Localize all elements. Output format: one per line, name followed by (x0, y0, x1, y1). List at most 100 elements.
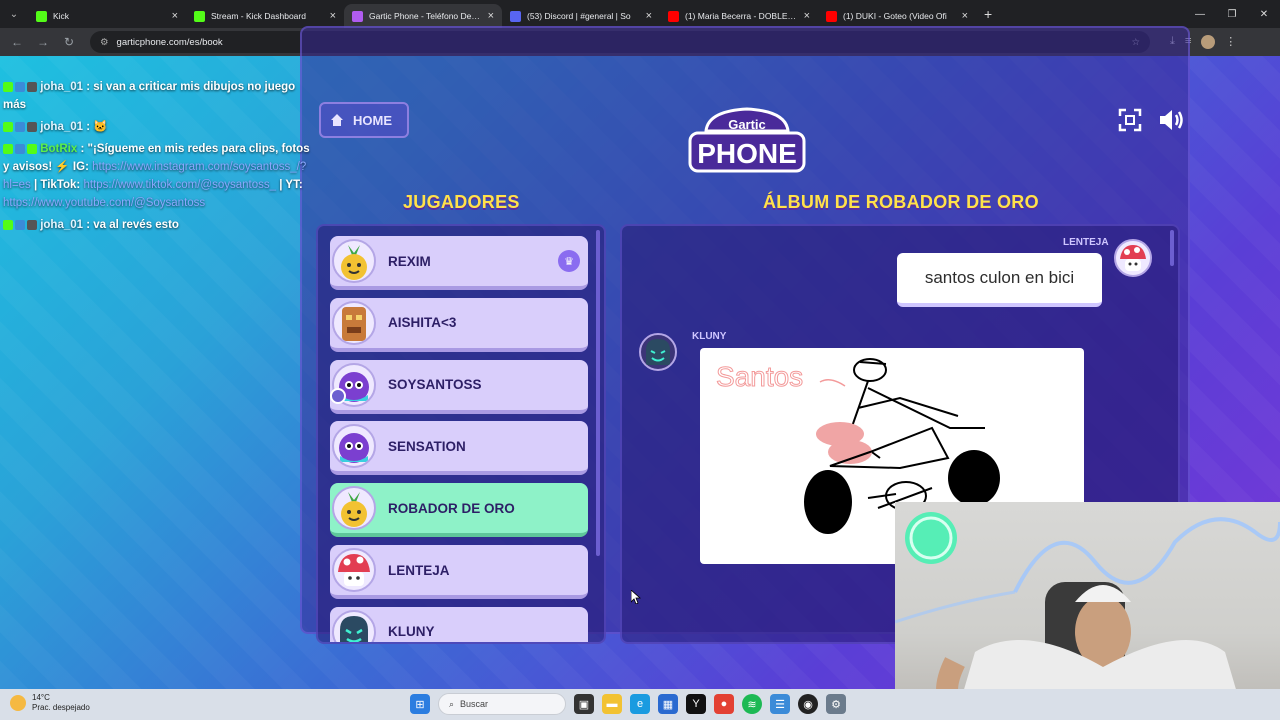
file-explorer-icon[interactable]: ▬ (602, 694, 622, 714)
tab-close-icon[interactable]: × (330, 10, 336, 22)
tab-close-icon[interactable]: × (172, 10, 178, 22)
windows-start-icon[interactable]: ⊞ (410, 694, 430, 714)
tab-favicon-icon (352, 10, 363, 22)
tab-favicon-icon (36, 10, 47, 22)
chat-link-youtube[interactable]: https://www.youtube.com/@Soysantoss (3, 197, 205, 209)
home-icon (331, 114, 343, 126)
chat-separator: : (83, 121, 94, 133)
chrome-icon[interactable]: ● (714, 694, 734, 714)
task-view-icon[interactable]: ▣ (574, 694, 594, 714)
player-avatar-ghost-icon (332, 609, 376, 642)
chat-username[interactable]: BotRix (40, 143, 77, 155)
browser-tab[interactable]: (53) Discord | #general | So × (502, 4, 660, 28)
search-icon: ⌕ (449, 698, 455, 709)
close-window-button[interactable]: ✕ (1248, 9, 1280, 20)
tab-title: (1) Maria Becerra - DOBLE VIDA (685, 11, 798, 21)
tab-title: (53) Discord | #general | So (527, 11, 631, 21)
browser-tab[interactable]: (1) DUKI - Goteo (Video Ofi × (818, 4, 976, 28)
y-app-icon[interactable]: Y (686, 694, 706, 714)
players-heading: JUGADORES (403, 192, 520, 212)
window-controls: — ❐ ✕ (1184, 0, 1280, 28)
mod-badge-icon (15, 121, 25, 132)
tab-search-button[interactable]: ⌄ (0, 0, 28, 28)
minimize-button[interactable]: — (1184, 9, 1216, 20)
sub-badge-icon (27, 219, 37, 230)
players-scrollbar[interactable] (596, 230, 600, 556)
chat-text-mid: | TikTok: (30, 179, 84, 191)
logo-bottom-text: PHONE (697, 138, 797, 169)
lenteja-avatar (1114, 239, 1152, 277)
forward-button[interactable]: → (32, 35, 54, 49)
entry-author-lenteja: LENTEJA (1063, 237, 1109, 248)
player-row[interactable]: KLUNY (330, 606, 588, 642)
player-row[interactable]: SENSATION (330, 421, 588, 476)
notepad-icon[interactable]: ☰ (770, 694, 790, 714)
players-list[interactable]: REXIM ♛ AISHITA<3 SOYSANTOSS SENSATION RO… (316, 224, 606, 644)
stream-chat-overlay: joha_01 : si van a criticar mis dibujos … (3, 78, 313, 238)
tab-title: Stream - Kick Dashboard (211, 11, 306, 21)
mod-badge-icon (15, 143, 25, 154)
tab-close-icon[interactable]: × (646, 10, 652, 22)
player-avatar-tiki-icon (332, 300, 376, 345)
person-badge-icon (330, 387, 346, 404)
player-avatar-pineapple-icon (332, 239, 376, 283)
taskbar-search[interactable]: ⌕ Buscar (438, 693, 566, 715)
fullscreen-icon[interactable] (1118, 108, 1142, 132)
chat-separator: : (83, 219, 94, 231)
chat-username[interactable]: joha_01 (40, 81, 83, 93)
album-scrollbar[interactable] (1170, 230, 1174, 266)
sub-badge-icon (27, 121, 37, 132)
obs-icon[interactable]: ◉ (798, 694, 818, 714)
browser-tab[interactable]: Gartic Phone - Teléfono Descon × (344, 4, 502, 28)
tab-close-icon[interactable]: × (488, 10, 494, 22)
weather-desc: Prac. despejado (32, 703, 90, 712)
chat-username[interactable]: joha_01 (40, 219, 83, 231)
player-row[interactable]: AISHITA<3 (330, 297, 588, 352)
home-button-label: HOME (353, 112, 392, 128)
chat-text: 🐱 (93, 121, 108, 133)
browser-tab[interactable]: Kick × (28, 4, 186, 28)
store-icon[interactable]: ▦ (658, 694, 678, 714)
sub-badge-icon (27, 143, 37, 154)
weather-widget[interactable]: 14°C Prac. despejado (10, 693, 90, 713)
player-avatar-purple-bird-icon (332, 424, 376, 469)
mouse-cursor-icon (631, 590, 641, 604)
player-row[interactable]: LENTEJA (330, 545, 588, 599)
tab-close-icon[interactable]: × (962, 10, 968, 22)
maximize-button[interactable]: ❐ (1216, 9, 1248, 20)
spotify-icon[interactable]: ≋ (742, 694, 762, 714)
player-name: AISHITA<3 (388, 315, 457, 331)
tab-favicon-icon (510, 10, 521, 22)
kick-badge-icon (3, 121, 13, 132)
tab-favicon-icon (668, 10, 679, 22)
reload-button[interactable]: ↻ (58, 35, 80, 49)
volume-icon[interactable] (1158, 108, 1186, 132)
player-row[interactable]: REXIM ♛ (330, 236, 588, 290)
player-name: KLUNY (388, 624, 435, 640)
chat-link-tiktok[interactable]: https://www.tiktok.com/@soysantoss_ (83, 179, 276, 191)
site-info-icon[interactable]: ⚙ (100, 37, 109, 48)
edge-icon[interactable]: e (630, 694, 650, 714)
settings-icon[interactable]: ⚙ (826, 694, 846, 714)
weather-temp: 14°C (32, 693, 50, 702)
home-button[interactable]: HOME (319, 102, 409, 138)
chat-message: joha_01 : 🐱 (3, 118, 313, 136)
browser-tab[interactable]: (1) Maria Becerra - DOBLE VIDA × (660, 4, 818, 28)
gartic-phone-logo: Gartic PHONE (688, 107, 806, 173)
profile-avatar[interactable] (1201, 35, 1216, 49)
browser-tab[interactable]: Stream - Kick Dashboard × (186, 4, 344, 28)
browser-menu-icon[interactable]: ⋮ (1225, 35, 1236, 49)
chat-username[interactable]: joha_01 (40, 121, 83, 133)
player-row[interactable]: ROBADOR DE ORO (330, 483, 588, 538)
logo-top-text: Gartic (728, 117, 766, 132)
chat-message: joha_01 : va al revés esto (3, 216, 313, 234)
chat-separator: : (77, 143, 88, 155)
user-badges (3, 219, 37, 230)
player-row[interactable]: SOYSANTOSS (330, 359, 588, 414)
back-button[interactable]: ← (6, 35, 28, 49)
new-tab-button[interactable]: + (976, 6, 1000, 22)
user-badges (3, 143, 37, 154)
kick-badge-icon (3, 219, 13, 230)
user-badges (3, 121, 37, 132)
tab-close-icon[interactable]: × (804, 10, 810, 22)
